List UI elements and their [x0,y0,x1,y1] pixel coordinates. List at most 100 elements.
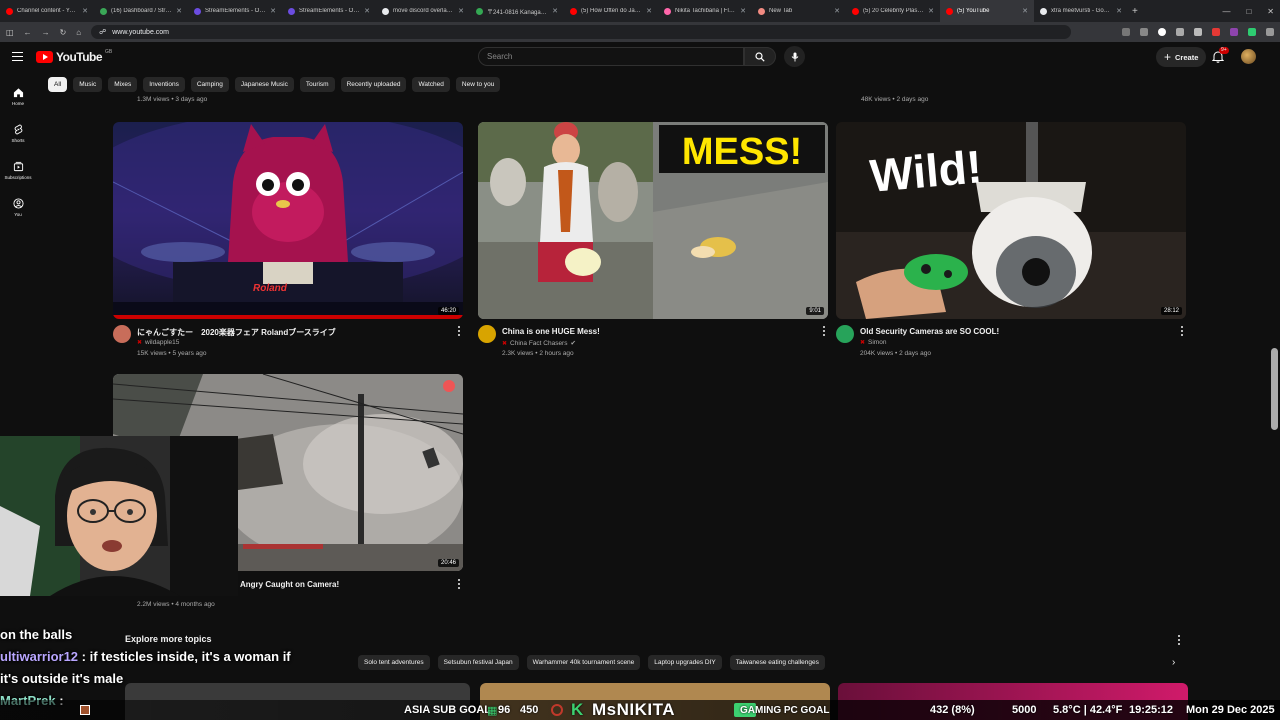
stream-chat-overlay: on the balls ultiwarrior12 : if testicle… [0,624,340,712]
close-tab-icon[interactable]: ✕ [364,7,370,15]
video-thumbnail[interactable]: MESS! 9:01 [478,122,828,319]
nav-you-label: You [14,212,22,217]
tab-title: (5) How Often do Japanese [581,8,642,14]
voice-search-button[interactable] [784,46,805,67]
close-window-icon[interactable]: ✕ [1267,7,1274,16]
new-tab-button[interactable]: + [1132,6,1138,17]
extension-icon[interactable] [1230,28,1238,36]
create-label: Create [1175,52,1199,62]
close-tab-icon[interactable]: ✕ [928,7,934,15]
nav-shorts[interactable]: Shorts [0,115,36,152]
chat-message: on the balls [0,624,340,646]
back-icon[interactable]: ← [24,28,32,37]
page-scrollbar[interactable] [1271,348,1278,430]
browser-tab[interactable]: (16) Dashboard / StreamElements✕ [94,0,188,22]
extension-icon[interactable] [1212,28,1220,36]
video-menu-icon[interactable] [820,325,828,337]
chevron-right-icon[interactable]: › [1172,657,1175,668]
close-tab-icon[interactable]: ✕ [646,7,652,15]
search-button[interactable] [744,47,776,66]
explore-menu-icon[interactable] [1175,634,1183,646]
extension-icon[interactable] [1194,28,1202,36]
close-tab-icon[interactable]: ✕ [1022,7,1028,15]
browser-tab[interactable]: New Tab ✕ [752,0,846,22]
notifications-button[interactable]: 9+ [1211,47,1229,64]
video-title[interactable]: Angry Caught on Camera! [240,580,339,589]
browser-tab[interactable]: StreamElements - Overlays ✕ [282,0,376,22]
country-code: GB [105,49,113,55]
browser-tab[interactable]: (5) 20 Celebrity Plastic Surgery ✕ [846,0,940,22]
browser-tab[interactable]: Nikita Tachibana | Flickr ✕ [658,0,752,22]
filter-chip[interactable]: All [48,77,68,92]
reload-icon[interactable]: ↻ [60,28,67,37]
topic-chip[interactable]: Laptop upgrades DIY [648,655,722,670]
video-menu-icon[interactable] [455,578,463,590]
close-tab-icon[interactable]: ✕ [1116,7,1122,15]
filter-chip[interactable]: New to you [455,77,501,92]
browser-tab[interactable]: xtra meetvursti - Google Search ✕ [1034,0,1128,22]
nav-home[interactable]: Home [0,78,36,115]
hamburger-menu-icon[interactable] [12,52,23,61]
filter-chip[interactable]: Inventions [143,77,185,92]
sidebar-toggle-icon[interactable]: ◫ [6,28,14,37]
extension-icon[interactable] [1122,28,1130,36]
topic-chip[interactable]: Setsubun festival Japan [437,655,519,670]
site-info-icon[interactable]: ☍ [99,28,106,36]
channel-avatar[interactable] [836,325,854,343]
browser-tab[interactable]: move discord overlay in OBS ✕ [376,0,470,22]
browser-tab[interactable]: 〒241-0816 Kanagawa, Yokohama✕ [470,0,564,22]
video-menu-icon[interactable] [455,325,463,337]
topic-chip[interactable]: Solo tent adventures [358,655,430,670]
account-avatar[interactable] [1241,49,1256,64]
channel-avatar[interactable] [113,325,131,343]
browser-tab[interactable]: Channel content - YouTube ✕ [0,0,94,22]
filter-chip[interactable]: Mixes [108,77,138,92]
video-title[interactable]: Old Security Cameras are SO COOL! [860,327,999,336]
close-tab-icon[interactable]: ✕ [270,7,276,15]
video-thumbnail[interactable]: Wild! 28:12 [836,122,1186,319]
close-tab-icon[interactable]: ✕ [834,7,840,15]
forward-icon[interactable]: → [42,28,50,37]
create-button[interactable]: + Create [1156,47,1207,67]
video-title[interactable]: China is one HUGE Mess! [502,327,600,336]
video-title[interactable]: にゃんごすたー 2020楽器フェア Rolandブースライブ [137,327,336,338]
extension-icon[interactable] [1248,28,1256,36]
extension-icon[interactable] [1158,28,1166,36]
nav-you[interactable]: You [0,189,36,226]
extension-icon[interactable] [1176,28,1184,36]
filter-chip[interactable]: Music [73,77,103,92]
youtube-logo[interactable]: YouTube GB [36,49,113,64]
video-thumbnail[interactable]: Roland 46:20 [113,122,463,319]
address-bar[interactable]: ☍ www.youtube.com [91,25,1072,39]
channel-avatar[interactable] [478,325,496,343]
filter-chip[interactable]: Japanese Music [234,77,294,92]
filter-chip[interactable]: Recently uploaded [340,77,407,92]
filter-chip[interactable]: Tourism [299,77,335,92]
close-tab-icon[interactable]: ✕ [176,7,182,15]
video-menu-icon[interactable] [1178,325,1186,337]
nav-subscriptions[interactable]: Subscriptions [0,152,36,189]
topic-chip[interactable]: Warhammer 40k tournament scene [526,655,641,670]
tab-favicon-icon [852,7,859,15]
maximize-icon[interactable]: □ [1246,7,1251,16]
close-tab-icon[interactable]: ✕ [458,7,464,15]
home-icon[interactable]: ⌂ [76,28,81,37]
thumbnail-text: Wild! [868,140,984,202]
minimize-icon[interactable]: — [1222,7,1230,16]
browser-tab[interactable]: StreamElements - Overlays ✕ [188,0,282,22]
browser-tab[interactable]: (5) YouTube ✕ [940,0,1034,22]
filter-chip[interactable]: Camping [190,77,229,92]
channel-name[interactable]: ✖ China Fact Chasers ✔ [502,339,576,348]
channel-name[interactable]: ✖ wildapple15 [137,339,179,346]
channel-name[interactable]: ✖ Simon [860,339,886,346]
search-input[interactable] [487,52,743,61]
filter-chip[interactable]: Watched [412,77,450,92]
menu-icon[interactable] [1266,28,1274,36]
browser-tab[interactable]: (5) How Often do Japanese ✕ [564,0,658,22]
close-tab-icon[interactable]: ✕ [552,7,558,15]
topic-chip[interactable]: Taiwanese eating challenges [729,655,825,670]
close-tab-icon[interactable]: ✕ [740,7,746,15]
video-meta: 15K views • 5 years ago [137,350,207,357]
close-tab-icon[interactable]: ✕ [82,7,88,15]
star-icon[interactable] [1140,28,1148,36]
